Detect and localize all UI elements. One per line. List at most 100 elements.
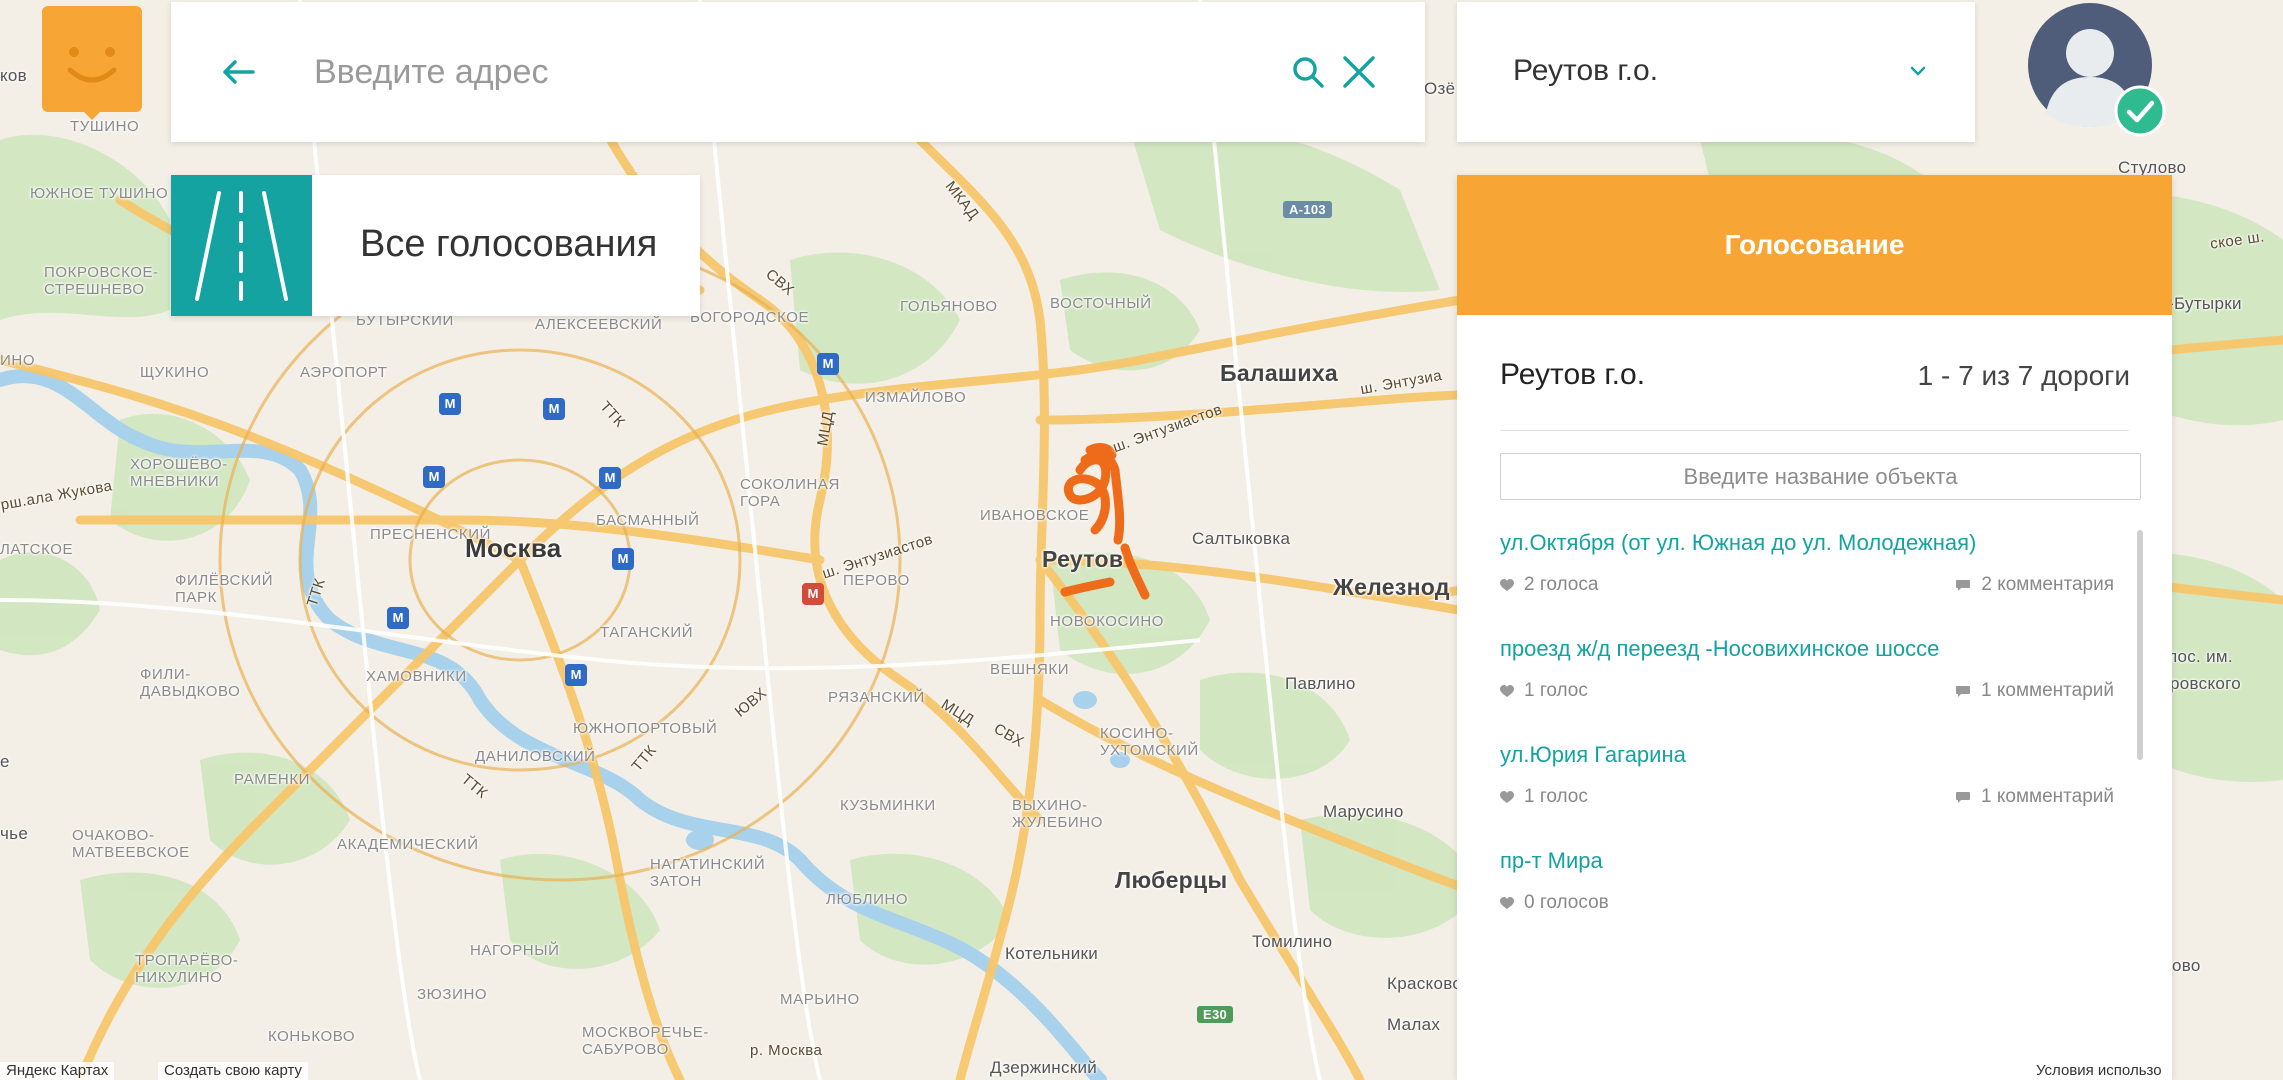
clear-button[interactable] bbox=[1339, 52, 1379, 92]
map-label-taganskiy: ТАГАНСКИЙ bbox=[600, 624, 694, 641]
metro-icon[interactable]: M bbox=[543, 398, 565, 420]
map-label-sokolinaya: СОКОЛИНАЯ ГОРА bbox=[740, 476, 840, 510]
map-label-ivanovskoe: ИВАНОВСКОЕ bbox=[980, 507, 1090, 524]
all-votes-label: Все голосования bbox=[360, 223, 658, 265]
chevron-down-icon bbox=[1910, 66, 1926, 76]
address-search-bar bbox=[171, 2, 1425, 142]
road-link[interactable]: проезд ж/д переезд -Носовихинское шоссе bbox=[1500, 636, 1939, 662]
comments-label: 1 комментарий bbox=[1981, 680, 2114, 701]
heart-icon bbox=[1500, 684, 1514, 697]
road-list: ул.Октября (от ул. Южная до ул. Молодежн… bbox=[1500, 530, 2114, 954]
panel-count: 1 - 7 из 7 дороги bbox=[1917, 360, 2130, 391]
panel-region: Реутов г.о. bbox=[1500, 358, 1646, 391]
votes-count: 1 голос bbox=[1500, 680, 1588, 702]
map-label-basmanny: БАСМАННЫЙ bbox=[596, 512, 700, 529]
map-label-kov: ков bbox=[0, 66, 28, 85]
user-avatar[interactable] bbox=[2028, 3, 2166, 139]
comments-label: 2 комментария bbox=[1981, 574, 2114, 595]
map-label-danilovsky: ДАНИЛОВСКИЙ bbox=[475, 748, 596, 765]
logo-pointer bbox=[78, 106, 106, 120]
back-button[interactable] bbox=[211, 44, 267, 100]
map-label-lyublino: ЛЮБЛИНО bbox=[826, 891, 909, 908]
road-link[interactable]: ул.Юрия Гагарина bbox=[1500, 742, 1686, 768]
metro-icon[interactable]: M bbox=[439, 393, 461, 415]
terms-link[interactable]: Условия использо bbox=[2030, 1062, 2168, 1080]
list-item: ул.Юрия Гагарина 1 голос 1 комментарий bbox=[1500, 742, 2114, 848]
metro-icon[interactable]: M bbox=[565, 664, 587, 686]
map-label-lyubertsy: Люберцы bbox=[1115, 867, 1228, 893]
yandex-maps-link[interactable]: Яндекс Картах bbox=[0, 1062, 115, 1080]
votes-label: 2 голоса bbox=[1524, 574, 1599, 595]
app-logo[interactable] bbox=[42, 6, 142, 120]
map-label-latskoe: ЛАТСКОЕ bbox=[0, 541, 74, 558]
metro-icon[interactable]: M bbox=[387, 607, 409, 629]
list-item: пр-т Мира 0 голосов bbox=[1500, 848, 2114, 954]
map-label-zheleznodor: Железнод bbox=[1333, 574, 1450, 600]
map-label-moskva: Москва bbox=[465, 533, 562, 563]
map-label-shchukino: ЩУКИНО bbox=[140, 364, 210, 381]
map-label-ochakovo: ОЧАКОВО- МАТВЕЕВСКОЕ bbox=[72, 827, 190, 861]
list-item: ул.Октября (от ул. Южная до ул. Молодежн… bbox=[1500, 530, 2114, 636]
address-input[interactable] bbox=[314, 40, 1134, 104]
metro-icon[interactable]: M bbox=[599, 467, 621, 489]
map-label-horoshevo: ХОРОШЁВО- МНЕВНИКИ bbox=[130, 456, 228, 490]
map-label-balashikha: Балашиха bbox=[1220, 360, 1339, 386]
panel-title: Голосование bbox=[1457, 175, 2172, 315]
map-label-butyrki: -Бутырки bbox=[2168, 294, 2242, 313]
create-map-link[interactable]: Создать свою карту bbox=[158, 1062, 309, 1080]
map-label-vorovskogo: ровского bbox=[2170, 674, 2242, 693]
road-link[interactable]: пр-т Мира bbox=[1500, 848, 1603, 874]
region-select-value: Реутов г.о. bbox=[1513, 54, 1659, 87]
road-link[interactable]: ул.Октября (от ул. Южная до ул. Молодежн… bbox=[1500, 530, 1976, 556]
road-icon bbox=[171, 175, 312, 316]
map-label-ino: ино bbox=[0, 352, 36, 369]
heart-icon bbox=[1500, 790, 1514, 803]
region-select[interactable]: Реутов г.о. bbox=[1457, 2, 1975, 142]
comment-icon bbox=[1956, 579, 1971, 591]
map-label-hamovniki: ХАМОВНИКИ bbox=[366, 668, 467, 685]
map-label-moskvorechye: МОСКВОРЕЧЬЕ- САБУРОВО bbox=[582, 1024, 709, 1058]
votes-count: 1 голос bbox=[1500, 786, 1588, 808]
heart-icon bbox=[1500, 578, 1514, 591]
metro-icon[interactable]: M bbox=[802, 583, 824, 605]
map-label-e: е bbox=[0, 752, 10, 771]
metro-icon[interactable]: M bbox=[612, 548, 634, 570]
close-icon bbox=[1343, 56, 1375, 88]
comment-icon bbox=[1956, 791, 1971, 803]
map-label-golyanovo: ГОЛЬЯНОВО bbox=[900, 298, 998, 315]
votes-label: 1 голос bbox=[1524, 786, 1588, 807]
comments-label: 1 комментарий bbox=[1981, 786, 2114, 807]
map-label-yuzhnoport: ЮЖНОПОРТОВЫЙ bbox=[573, 720, 718, 737]
map-label-alekseevsky: АЛЕКСЕЕВСКИЙ bbox=[535, 316, 663, 333]
all-votes-button[interactable]: Все голосования bbox=[171, 175, 700, 316]
map-label-dzerzhinsky: Дзержинский bbox=[990, 1058, 1098, 1077]
map-label-yuzhnoe-tushino: ЮЖНОЕ ТУШИНО bbox=[30, 185, 169, 202]
map-label-ramenki: РАМЕНКИ bbox=[234, 771, 311, 788]
map-label-zyuzino: ЗЮЗИНО bbox=[417, 986, 488, 1003]
map-label-marusino: Марусино bbox=[1323, 802, 1404, 821]
map-label-vostochny: ВОСТОЧНЫЙ bbox=[1050, 295, 1152, 312]
map-label-nagorny: НАГОРНЫЙ bbox=[470, 942, 560, 959]
map-label-moskva-river: р. Москва bbox=[750, 1042, 823, 1059]
comments-count: 2 комментария bbox=[1955, 574, 2114, 596]
map-label-kotelniki: Котельники bbox=[1005, 944, 1099, 963]
metro-icon[interactable]: M bbox=[817, 353, 839, 375]
divider bbox=[1500, 430, 2129, 431]
map-label-vykhino: ВЫХИНО- ЖУЛЕБИНО bbox=[1012, 797, 1103, 831]
map-label-ovo: ово bbox=[2172, 956, 2201, 975]
votes-label: 1 голос bbox=[1524, 680, 1588, 701]
map-label-bogorodskoe: БОГОРОДСКОЕ bbox=[690, 309, 810, 326]
scrollbar[interactable] bbox=[2137, 530, 2143, 760]
verified-check-icon bbox=[2114, 85, 2166, 137]
object-search-input[interactable] bbox=[1500, 453, 2141, 500]
map-label-aeroport: АЭРОПОРТ bbox=[300, 364, 388, 381]
votes-count: 2 голоса bbox=[1500, 574, 1598, 596]
map-label-pokrovskoe: ПОКРОВСКОЕ- СТРЕШНЕВО bbox=[44, 264, 159, 298]
map-label-fili: ФИЛИ- ДАВЫДКОВО bbox=[140, 666, 241, 700]
map-label-tushino: ТУШИНО bbox=[70, 118, 140, 135]
map-label-saltykovka: Салтыковка bbox=[1192, 529, 1291, 548]
map-label-izmailovo: ИЗМАЙЛОВО bbox=[865, 389, 967, 406]
map-label-kuzminki: КУЗЬМИНКИ bbox=[840, 797, 936, 814]
metro-icon[interactable]: M bbox=[423, 466, 445, 488]
search-button[interactable] bbox=[1288, 52, 1328, 92]
